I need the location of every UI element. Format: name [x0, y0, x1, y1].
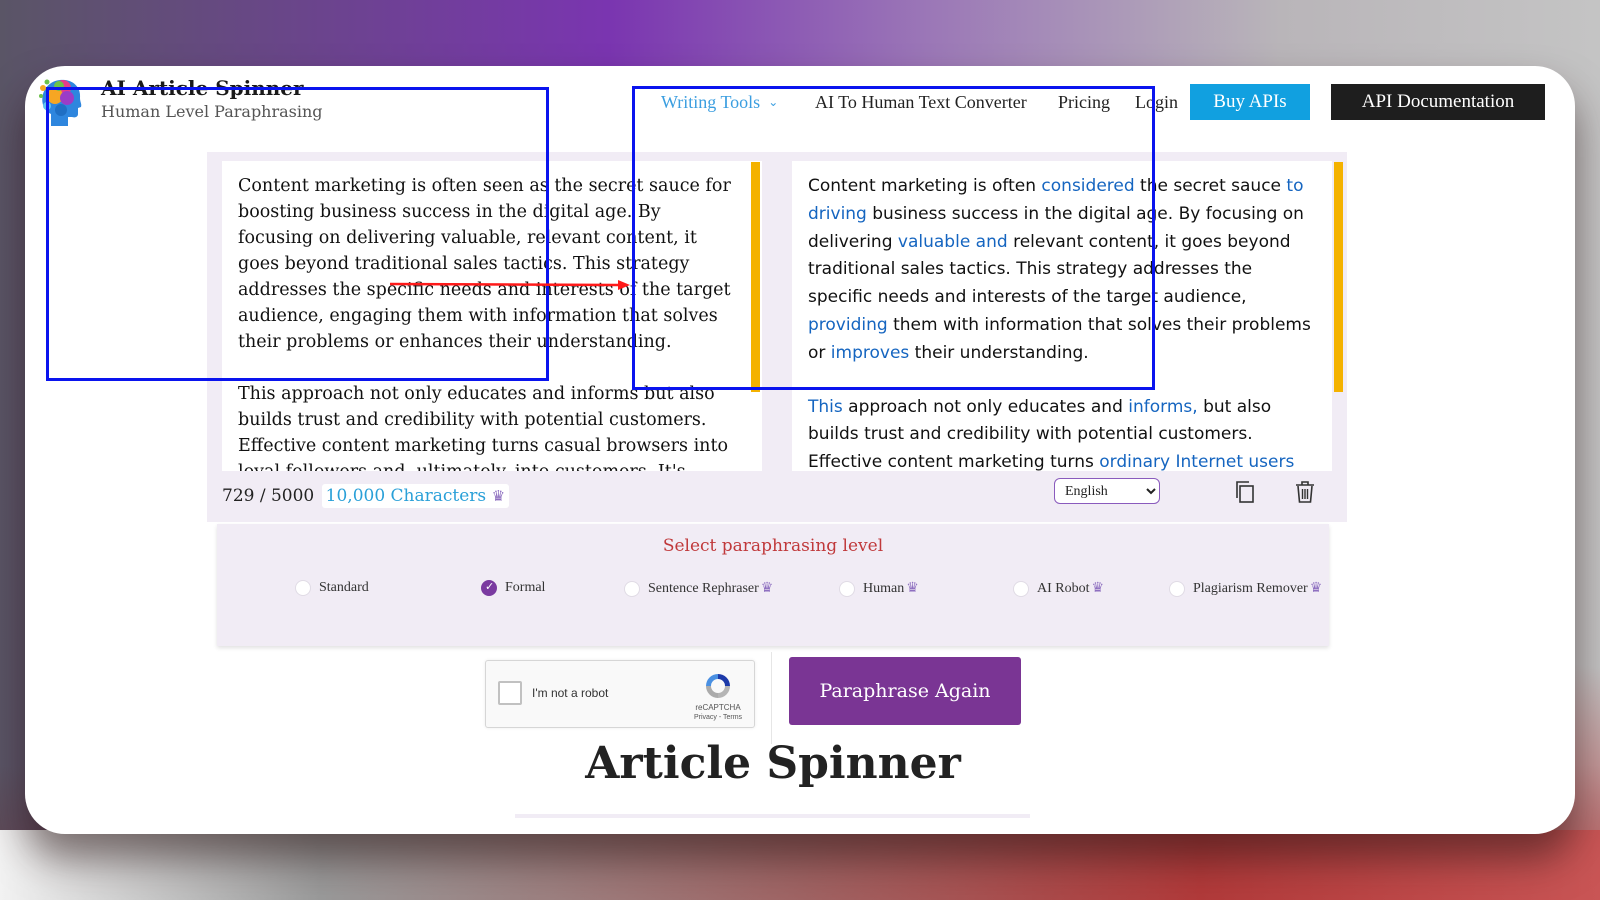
level-option-label: Standard: [319, 580, 369, 595]
crown-icon: ♛: [906, 581, 919, 596]
crown-icon: ♛: [1091, 581, 1105, 596]
background-gradient-bottom: [0, 830, 1600, 900]
input-paragraph: This approach not only educates and info…: [238, 384, 729, 471]
unchanged-text: approach not only educates and: [842, 396, 1129, 417]
level-option-plagiarism-remover[interactable]: Plagiarism Remover ♛: [1169, 580, 1322, 597]
api-documentation-button[interactable]: API Documentation: [1331, 84, 1545, 120]
level-option-formal[interactable]: Formal: [481, 580, 545, 596]
radio-button[interactable]: [1013, 580, 1029, 597]
changed-word[interactable]: informs,: [1128, 397, 1197, 417]
recaptcha-widget: I'm not a robot reCAPTCHA Privacy - Term…: [485, 660, 755, 728]
character-counter: 729 / 5000 10,000 Characters ♛: [222, 484, 510, 508]
copy-icon[interactable]: [1233, 480, 1257, 504]
annotation-arrow-icon: [390, 280, 630, 290]
upgrade-label: 10,000 Characters: [325, 486, 487, 506]
changed-word[interactable]: This: [808, 397, 843, 417]
level-option-standard[interactable]: Standard: [295, 580, 369, 596]
level-option-sentence-rephraser[interactable]: Sentence Rephraser ♛: [624, 580, 773, 597]
radio-button[interactable]: [295, 580, 311, 596]
level-option-human[interactable]: Human ♛: [839, 580, 919, 597]
level-option-label: Plagiarism Remover: [1193, 580, 1308, 596]
char-count: 729 / 5000: [222, 486, 315, 506]
page-heading: Article Spinner: [585, 738, 961, 789]
recaptcha-label: I'm not a robot: [532, 686, 609, 700]
section-strip: [515, 814, 1030, 818]
output-scrollbar[interactable]: [1334, 162, 1343, 392]
output-paragraph: This approach not only educates and info…: [808, 394, 1318, 471]
level-option-label: Formal: [505, 580, 546, 595]
recaptcha-privacy-terms[interactable]: Privacy - Terms: [686, 714, 750, 721]
levels-title: Select paraphrasing level: [662, 536, 884, 556]
radio-button[interactable]: [1169, 580, 1185, 597]
level-option-label: Human: [863, 580, 905, 596]
recaptcha-logo-icon: [706, 674, 730, 698]
paraphrasing-level-panel: Select paraphrasing level Standard Formal…: [217, 524, 1329, 646]
annotation-frame-input: [46, 87, 549, 381]
annotation-frame-output: [632, 86, 1155, 390]
crown-icon: ♛: [760, 581, 774, 596]
recaptcha-brand: reCAPTCHA: [695, 703, 741, 712]
browser-page-card: AI Article Spinner Human Level Paraphras…: [25, 66, 1575, 834]
trash-icon[interactable]: [1293, 480, 1317, 504]
language-select[interactable]: English: [1054, 478, 1160, 504]
divider: [771, 652, 772, 744]
radio-button[interactable]: [481, 580, 497, 596]
crown-icon: ♛: [491, 487, 506, 505]
level-option-ai-robot[interactable]: AI Robot ♛: [1013, 580, 1104, 597]
buy-apis-button[interactable]: Buy APIs: [1190, 84, 1310, 120]
upgrade-characters-link[interactable]: 10,000 Characters ♛: [321, 484, 510, 508]
unchanged-text: the secret sauce: [1134, 176, 1287, 196]
changed-word[interactable]: ordinary Internet users: [1099, 452, 1294, 471]
radio-button[interactable]: [624, 580, 640, 597]
recaptcha-checkbox[interactable]: [498, 681, 522, 705]
paraphrase-again-button[interactable]: Paraphrase Again: [789, 657, 1021, 725]
radio-button[interactable]: [839, 580, 855, 597]
level-option-label: Sentence Rephraser: [648, 580, 759, 596]
crown-icon: ♛: [1309, 581, 1323, 596]
level-option-label: AI Robot: [1037, 580, 1090, 596]
